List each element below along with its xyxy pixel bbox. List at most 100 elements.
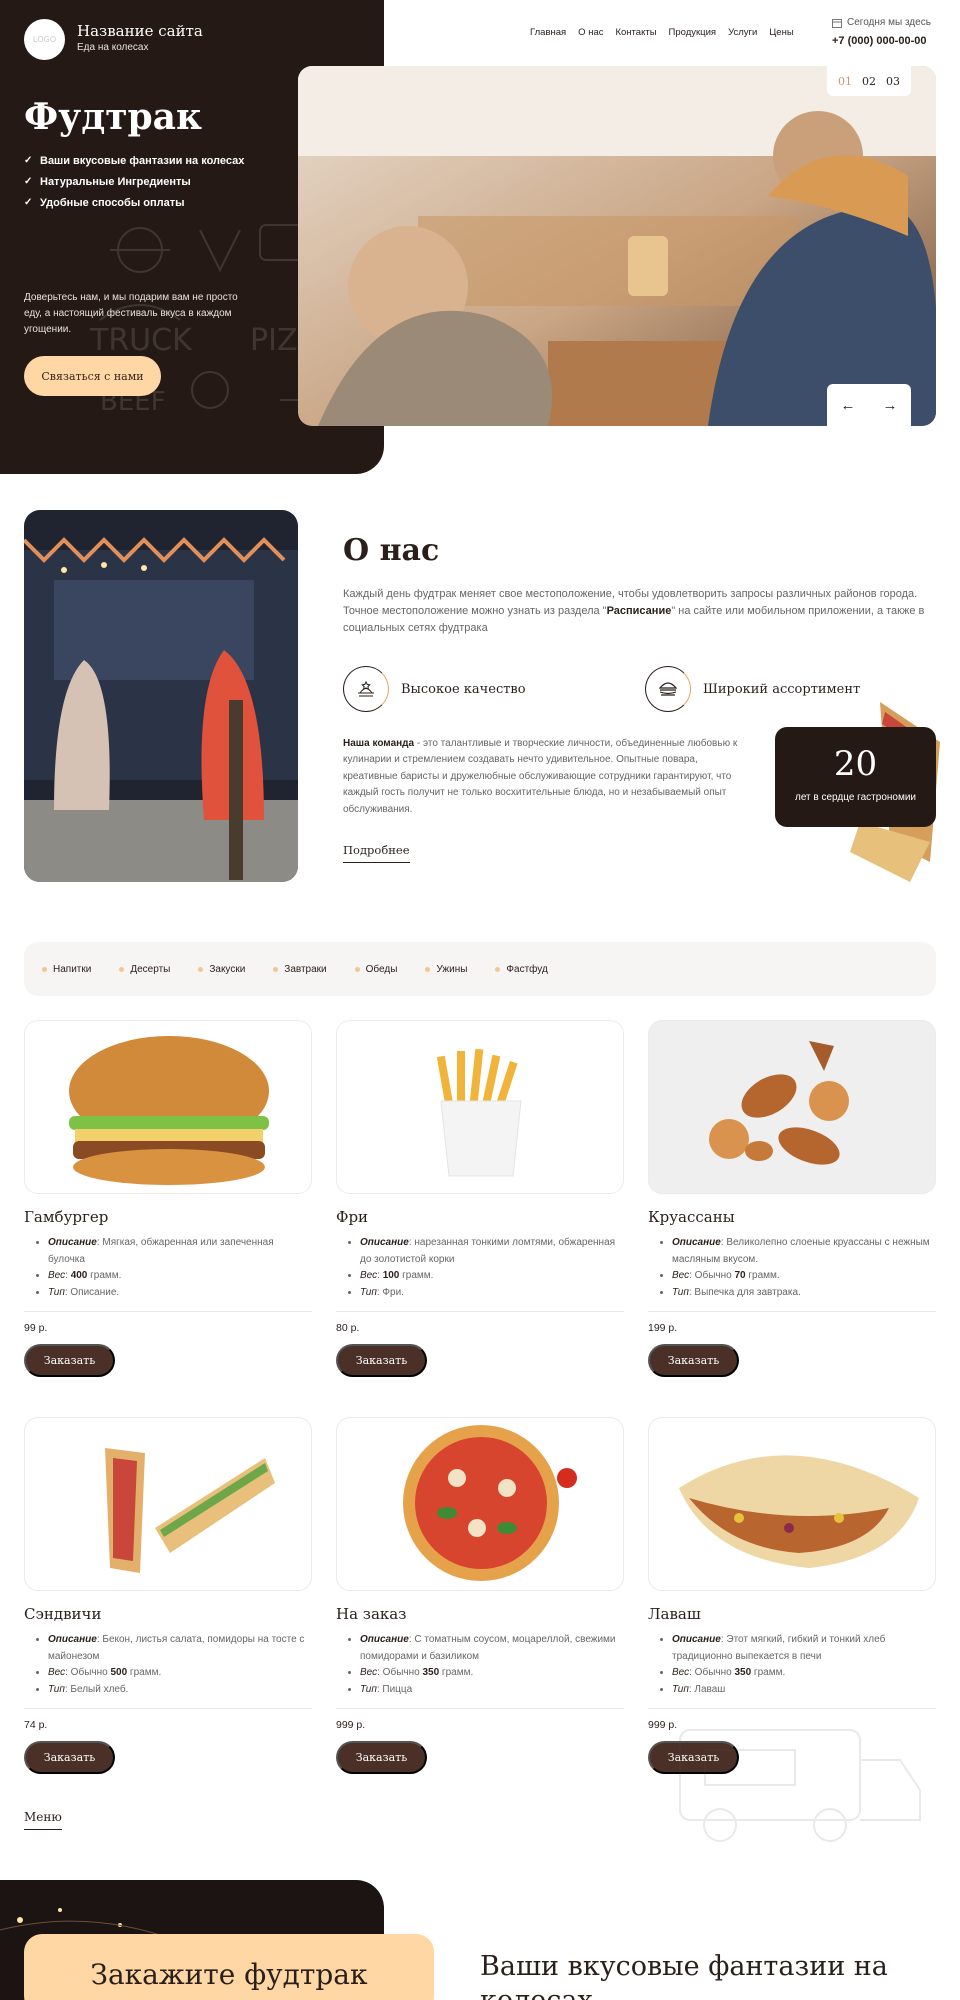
about-title: О нас — [343, 533, 440, 568]
nav-item-home[interactable]: Главная — [530, 27, 566, 38]
hamburger-image — [24, 1020, 312, 1194]
phone-number[interactable]: +7 (000) 000-00-00 — [832, 35, 926, 47]
card-price: 74 р. — [24, 1719, 48, 1731]
card-price: 99 р. — [24, 1322, 48, 1334]
divider — [24, 1311, 312, 1312]
card-title: На заказ — [336, 1605, 407, 1623]
menu-card-hamburger: Гамбургер Описание: Мягкая, обжаренная и… — [24, 1020, 312, 1377]
site-name[interactable]: Название сайта — [77, 22, 203, 40]
nav-item-about[interactable]: О нас — [578, 27, 603, 38]
feature-quality-label: Высокое качество — [401, 681, 526, 697]
schedule-reference: Расписание — [606, 605, 672, 617]
slide-number-3[interactable]: 03 — [886, 75, 900, 88]
burger-icon — [645, 666, 691, 712]
about-image — [24, 510, 298, 882]
divider — [24, 1708, 312, 1709]
card-detail: Вес: Обычно 70 грамм. — [672, 1268, 936, 1285]
card-detail: Описание: Этот мягкий, гибкий и тонкий х… — [672, 1632, 936, 1665]
food-truck-serving-photo — [298, 66, 936, 426]
tab-lunch[interactable]: Обеды — [354, 964, 397, 975]
menu-card-sandwiches: Сэндвичи Описание: Бекон, листья салата,… — [24, 1417, 312, 1774]
fries-image — [336, 1020, 624, 1194]
hero-title: Фудтрак — [24, 96, 202, 138]
team-description: Наша команда - это талантливые и творчес… — [343, 736, 743, 818]
contact-us-button[interactable]: Связаться с нами — [24, 356, 161, 396]
team-text: - это талантливые и творческие личности,… — [343, 738, 738, 815]
slider-controls: ← → — [827, 384, 911, 426]
nav-item-services[interactable]: Услуги — [728, 27, 757, 38]
hero-feature-item: ✓ Удобные способы оплаты — [24, 192, 244, 213]
slide-number-2[interactable]: 02 — [862, 75, 876, 88]
order-button[interactable]: Заказать — [24, 1741, 115, 1774]
order-button[interactable]: Заказать — [336, 1344, 427, 1377]
tab-breakfast[interactable]: Завтраки — [273, 964, 327, 975]
slide-pagination: 01 02 03 — [827, 66, 911, 96]
hero-description: Доверьтесь нам, и мы подарим вам не прос… — [24, 292, 238, 335]
card-detail: Вес: 400 грамм. — [48, 1268, 312, 1285]
schedule-label: Сегодня мы здесь — [847, 17, 931, 28]
card-detail: Описание: Бекон, листья салата, помидоры… — [48, 1632, 312, 1665]
card-detail: Описание: нарезанная тонкими ломтями, об… — [360, 1235, 624, 1268]
card-detail: Тип: Фри. — [360, 1285, 624, 1302]
arrow-left-icon[interactable]: ← — [841, 397, 856, 414]
card-detail: Тип: Выпечка для завтрака. — [672, 1285, 936, 1302]
card-detail: Вес: Обычно 350 грамм. — [360, 1665, 624, 1682]
card-price: 80 р. — [336, 1322, 360, 1334]
card-detail: Тип: Пицца — [360, 1682, 624, 1699]
tab-desserts[interactable]: Десерты — [119, 964, 170, 975]
order-button[interactable]: Заказать — [336, 1741, 427, 1774]
check-icon: ✓ — [24, 197, 33, 208]
nav-item-products[interactable]: Продукция — [669, 27, 717, 38]
card-detail: Вес: Обычно 350 грамм. — [672, 1665, 936, 1682]
more-link[interactable]: Подробнее — [343, 843, 410, 863]
card-detail: Вес: Обычно 500 грамм. — [48, 1665, 312, 1682]
category-tabs: Напитки Десерты Закуски Завтраки Обеды У… — [24, 942, 936, 996]
card-title: Фри — [336, 1208, 369, 1226]
tab-drinks[interactable]: Напитки — [42, 964, 91, 975]
years-number: 20 — [833, 744, 878, 784]
order-button[interactable]: Заказать — [24, 1344, 115, 1377]
calendar-icon — [832, 18, 842, 28]
hero-features-list: ✓ Ваши вкусовые фантазии на колесах ✓ Нату… — [24, 150, 244, 213]
card-detail: Описание: С томатным соусом, моцареллой,… — [360, 1632, 624, 1665]
nav-item-prices[interactable]: Цены — [769, 27, 793, 38]
tab-dinner[interactable]: Ужины — [425, 964, 467, 975]
schedule-link[interactable]: Сегодня мы здесь — [832, 17, 931, 28]
card-details: Описание: нарезанная тонкими ломтями, об… — [336, 1235, 624, 1301]
card-detail: Вес: 100 грамм. — [360, 1268, 624, 1285]
card-detail: Тип: Белый хлеб. — [48, 1682, 312, 1699]
pizza-image — [336, 1417, 624, 1591]
menu-link[interactable]: Меню — [24, 1810, 62, 1830]
hero-feature-label: Натуральные Ингредиенты — [40, 175, 191, 188]
card-details: Описание: Бекон, листья салата, помидоры… — [24, 1632, 312, 1698]
croissants-image — [648, 1020, 936, 1194]
years-badge: 20 лет в сердце гастрономии — [775, 727, 936, 827]
tab-snacks[interactable]: Закуски — [198, 964, 245, 975]
order-button[interactable]: Заказать — [648, 1344, 739, 1377]
card-title: Гамбургер — [24, 1208, 109, 1226]
food-truck-night-photo — [24, 510, 298, 882]
card-details: Описание: Мягкая, обжаренная или запечен… — [24, 1235, 312, 1301]
slide-number-1[interactable]: 01 — [838, 75, 852, 88]
logo[interactable]: LOGO — [24, 19, 65, 60]
card-detail: Тип: Описание. — [48, 1285, 312, 1302]
main-nav: Главная О нас Контакты Продукция Услуги … — [530, 27, 794, 38]
hero-image — [298, 66, 936, 426]
divider — [336, 1311, 624, 1312]
nav-item-contacts[interactable]: Контакты — [615, 27, 656, 38]
site-subtitle: Еда на колесах — [77, 42, 149, 53]
years-label: лет в сердце гастрономии — [794, 792, 917, 803]
card-detail: Описание: Великолепно слоеные круассаны … — [672, 1235, 936, 1268]
lavash-image — [648, 1417, 936, 1591]
menu-card-croissants: Круассаны Описание: Великолепно слоеные … — [648, 1020, 936, 1377]
tab-fastfood[interactable]: Фастфуд — [495, 964, 548, 975]
hero-feature-label: Удобные способы оплаты — [40, 196, 185, 209]
hero-feature-item: ✓ Ваши вкусовые фантазии на колесах — [24, 150, 244, 171]
card-title: Круассаны — [648, 1208, 735, 1226]
team-label: Наша команда — [343, 738, 415, 749]
card-details: Описание: Великолепно слоеные круассаны … — [648, 1235, 936, 1301]
sandwich-image — [24, 1417, 312, 1591]
order-title: Закажите фудтрак — [90, 1958, 368, 1991]
section-heading: Ваши вкусовые фантазии на колесах — [480, 1951, 888, 2000]
arrow-right-icon[interactable]: → — [883, 397, 898, 414]
